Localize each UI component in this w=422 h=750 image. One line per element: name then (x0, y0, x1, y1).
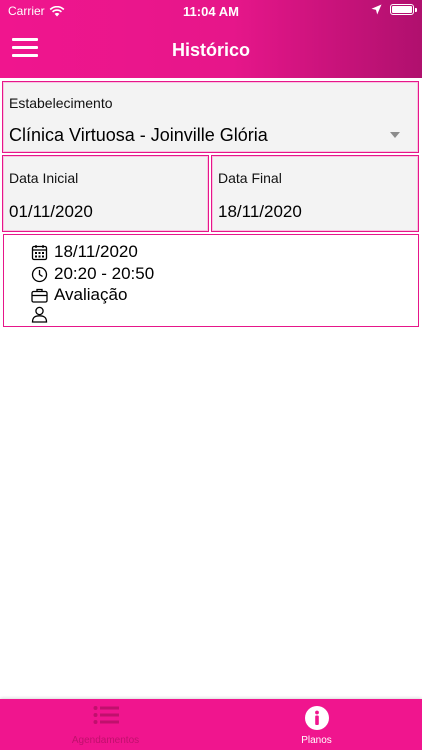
appointment-time-row: 20:20 - 20:50 (31, 264, 154, 284)
end-date-value: 18/11/2020 (218, 202, 302, 221)
briefcase-icon (31, 288, 48, 303)
appointment-card[interactable]: 18/11/2020 20:20 - 20:50 Avaliação (3, 234, 419, 327)
location-arrow-icon (371, 4, 382, 15)
establishment-value: Clínica Virtuosa - Joinville Glória (9, 125, 268, 145)
user-icon (31, 306, 48, 323)
info-icon (304, 706, 329, 730)
calendar-icon (31, 244, 48, 260)
list-icon (93, 706, 119, 724)
status-right (371, 4, 417, 15)
start-date-value: 01/11/2020 (9, 202, 93, 221)
page-title: Histórico (171, 40, 250, 60)
appointment-date: 18/11/2020 (54, 242, 138, 261)
establishment-select[interactable]: Estabelecimento Clínica Virtuosa - Joinv… (2, 81, 419, 153)
app-header: Carrier 11:04 AM Histórico (0, 0, 422, 78)
start-date-field[interactable]: Data Inicial 01/11/2020 (2, 155, 209, 232)
start-date-label: Data Inicial (9, 170, 79, 186)
end-date-label: Data Final (218, 170, 282, 186)
establishment-label: Estabelecimento (9, 95, 113, 111)
appointment-service-row: Avaliação (31, 285, 127, 305)
battery-icon (390, 4, 417, 15)
tab-bar: Agendamentos Planos (0, 699, 422, 750)
tab-agendamentos[interactable]: Agendamentos (0, 699, 211, 750)
clock-icon (31, 266, 48, 282)
appointment-time: 20:20 - 20:50 (54, 264, 155, 283)
chevron-down-icon (390, 132, 400, 138)
appointment-service: Avaliação (54, 285, 128, 304)
end-date-field[interactable]: Data Final 18/11/2020 (211, 155, 419, 232)
tab-planos-label: Planos (301, 735, 332, 746)
tab-planos[interactable]: Planos (211, 699, 422, 750)
tab-agendamentos-label: Agendamentos (71, 735, 140, 746)
status-bar: Carrier 11:04 AM (0, 0, 422, 22)
appointment-professional-row (31, 306, 54, 323)
appointment-date-row: 18/11/2020 (31, 242, 138, 262)
status-time: 11:04 AM (183, 4, 239, 19)
